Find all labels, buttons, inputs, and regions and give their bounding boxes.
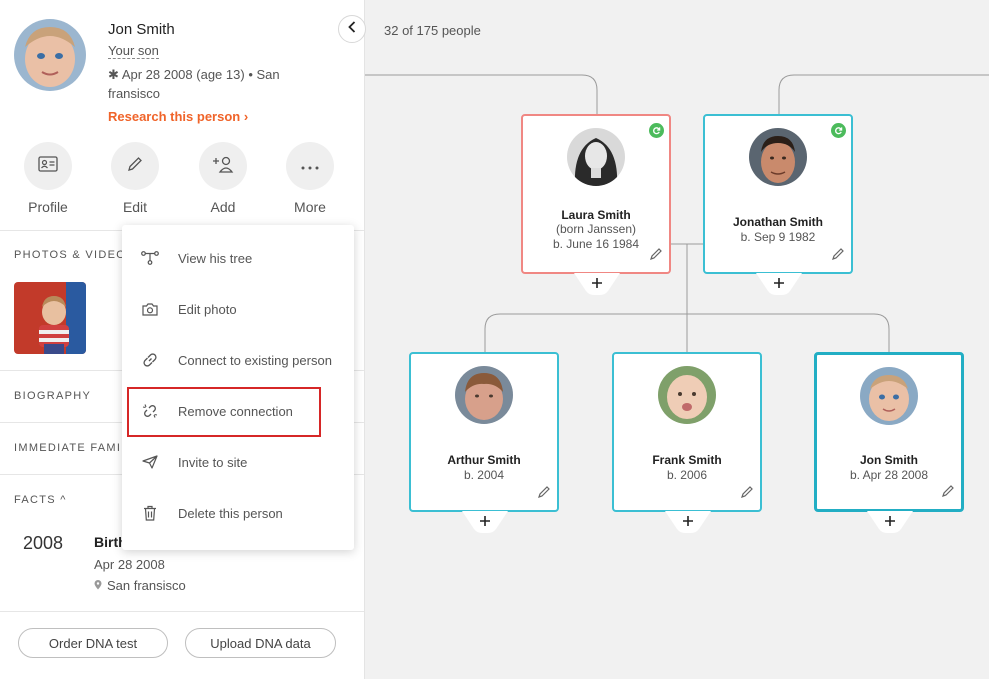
more-button[interactable]: More bbox=[278, 142, 342, 215]
section-family-title[interactable]: IMMEDIATE FAMILY bbox=[14, 442, 136, 454]
person-birth: b. June 16 1984 bbox=[552, 237, 640, 251]
person-maiden-name: (born Janssen) bbox=[555, 222, 637, 236]
order-dna-test-button[interactable]: Order DNA test bbox=[18, 628, 168, 658]
person-name: Frank Smith bbox=[652, 453, 722, 467]
menu-label: View his tree bbox=[178, 250, 253, 266]
pencil-icon[interactable] bbox=[649, 247, 663, 266]
birth-info: ✱ Apr 28 2008 (age 13) • San fransisco bbox=[108, 65, 318, 103]
person-name: Arthur Smith bbox=[447, 453, 521, 467]
person-name: Jon Smith bbox=[859, 453, 918, 467]
add-child-button[interactable] bbox=[462, 511, 508, 533]
upload-dna-data-button[interactable]: Upload DNA data bbox=[185, 628, 336, 658]
pencil-icon[interactable] bbox=[740, 485, 754, 504]
menu-item-invite[interactable]: Invite to site bbox=[122, 442, 354, 482]
fact-year: 2008 bbox=[23, 533, 64, 553]
pencil-icon bbox=[126, 155, 144, 178]
pencil-icon[interactable] bbox=[941, 484, 955, 503]
section-facts-title[interactable]: FACTS ^ bbox=[14, 494, 67, 506]
birth-date: Apr 28 2008 (age 13) bbox=[121, 67, 245, 82]
menu-item-view-tree[interactable]: View his tree bbox=[122, 238, 354, 278]
person-card-laura[interactable]: Laura Smith (born Janssen) b. June 16 19… bbox=[521, 114, 671, 274]
profile-button[interactable]: Profile bbox=[16, 142, 80, 215]
menu-label: Edit photo bbox=[178, 301, 237, 317]
menu-item-connect-person[interactable]: Connect to existing person bbox=[122, 340, 354, 380]
relationship-label[interactable]: Your son bbox=[108, 43, 159, 59]
chevron-left-icon bbox=[348, 20, 356, 38]
avatar bbox=[860, 367, 918, 425]
action-label: Add bbox=[210, 199, 236, 215]
fact-place-text: San fransisco bbox=[107, 578, 186, 593]
more-menu: View his tree Edit photo Connect to exis… bbox=[122, 225, 354, 550]
location-pin-icon bbox=[94, 578, 102, 593]
person-card-jon-selected[interactable]: Jon Smith b. Apr 28 2008 bbox=[814, 352, 964, 512]
add-child-button[interactable] bbox=[665, 511, 711, 533]
person-name: Jonathan Smith bbox=[732, 215, 823, 229]
profile-card-icon bbox=[38, 155, 58, 177]
person-birth: b. 2004 bbox=[463, 468, 505, 482]
person-name: Jon Smith bbox=[108, 21, 175, 38]
research-link[interactable]: Research this person › bbox=[108, 109, 248, 124]
pencil-icon[interactable] bbox=[537, 485, 551, 504]
add-parent-button[interactable] bbox=[756, 273, 802, 295]
person-name: Laura Smith bbox=[561, 208, 631, 222]
menu-label: Connect to existing person bbox=[178, 352, 332, 368]
menu-item-delete-person[interactable]: Delete this person bbox=[122, 493, 354, 533]
add-button[interactable]: Add bbox=[191, 142, 255, 215]
avatar bbox=[455, 366, 513, 424]
photo-thumbnail[interactable] bbox=[14, 282, 86, 354]
people-count: 32 of 175 people bbox=[384, 23, 481, 38]
section-photos-title[interactable]: PHOTOS & VIDEOS bbox=[14, 249, 135, 261]
menu-label: Remove connection bbox=[178, 403, 293, 419]
avatar bbox=[749, 128, 807, 186]
camera-icon bbox=[122, 302, 178, 316]
send-icon bbox=[122, 455, 178, 469]
birth-icon: ✱ bbox=[108, 67, 119, 82]
person-card-frank[interactable]: Frank Smith b. 2006 bbox=[612, 352, 762, 512]
person-birth: b. Sep 9 1982 bbox=[740, 230, 816, 244]
fact-place: San fransisco bbox=[94, 578, 186, 593]
trash-icon bbox=[122, 505, 178, 521]
avatar bbox=[567, 128, 625, 186]
sync-icon[interactable] bbox=[649, 123, 664, 138]
add-parent-button[interactable] bbox=[574, 273, 620, 295]
link-icon bbox=[122, 352, 178, 368]
more-dots-icon bbox=[301, 157, 319, 175]
action-label: Profile bbox=[28, 199, 68, 215]
person-card-jonathan[interactable]: Jonathan Smith b. Sep 9 1982 bbox=[703, 114, 853, 274]
person-birth: b. 2006 bbox=[666, 468, 708, 482]
collapse-sidebar-button[interactable] bbox=[338, 15, 366, 43]
action-label: Edit bbox=[122, 199, 148, 215]
sync-icon[interactable] bbox=[831, 123, 846, 138]
separator-dot: • bbox=[248, 67, 253, 82]
person-card-arthur[interactable]: Arthur Smith b. 2004 bbox=[409, 352, 559, 512]
tree-icon bbox=[122, 251, 178, 265]
divider bbox=[0, 611, 364, 612]
menu-label: Delete this person bbox=[178, 505, 283, 521]
avatar bbox=[658, 366, 716, 424]
section-biography-title[interactable]: BIOGRAPHY bbox=[14, 390, 91, 402]
fact-date: Apr 28 2008 bbox=[94, 557, 165, 572]
person-birth: b. Apr 28 2008 bbox=[849, 468, 929, 482]
edit-button[interactable]: Edit bbox=[103, 142, 167, 215]
action-label: More bbox=[294, 199, 326, 215]
add-child-button[interactable] bbox=[867, 511, 913, 533]
menu-item-remove-connection[interactable]: Remove connection bbox=[122, 391, 354, 431]
menu-item-edit-photo[interactable]: Edit photo bbox=[122, 289, 354, 329]
avatar[interactable] bbox=[14, 19, 86, 91]
pencil-icon[interactable] bbox=[831, 247, 845, 266]
unlink-icon bbox=[122, 403, 178, 419]
add-person-icon bbox=[212, 155, 234, 178]
menu-label: Invite to site bbox=[178, 454, 248, 470]
